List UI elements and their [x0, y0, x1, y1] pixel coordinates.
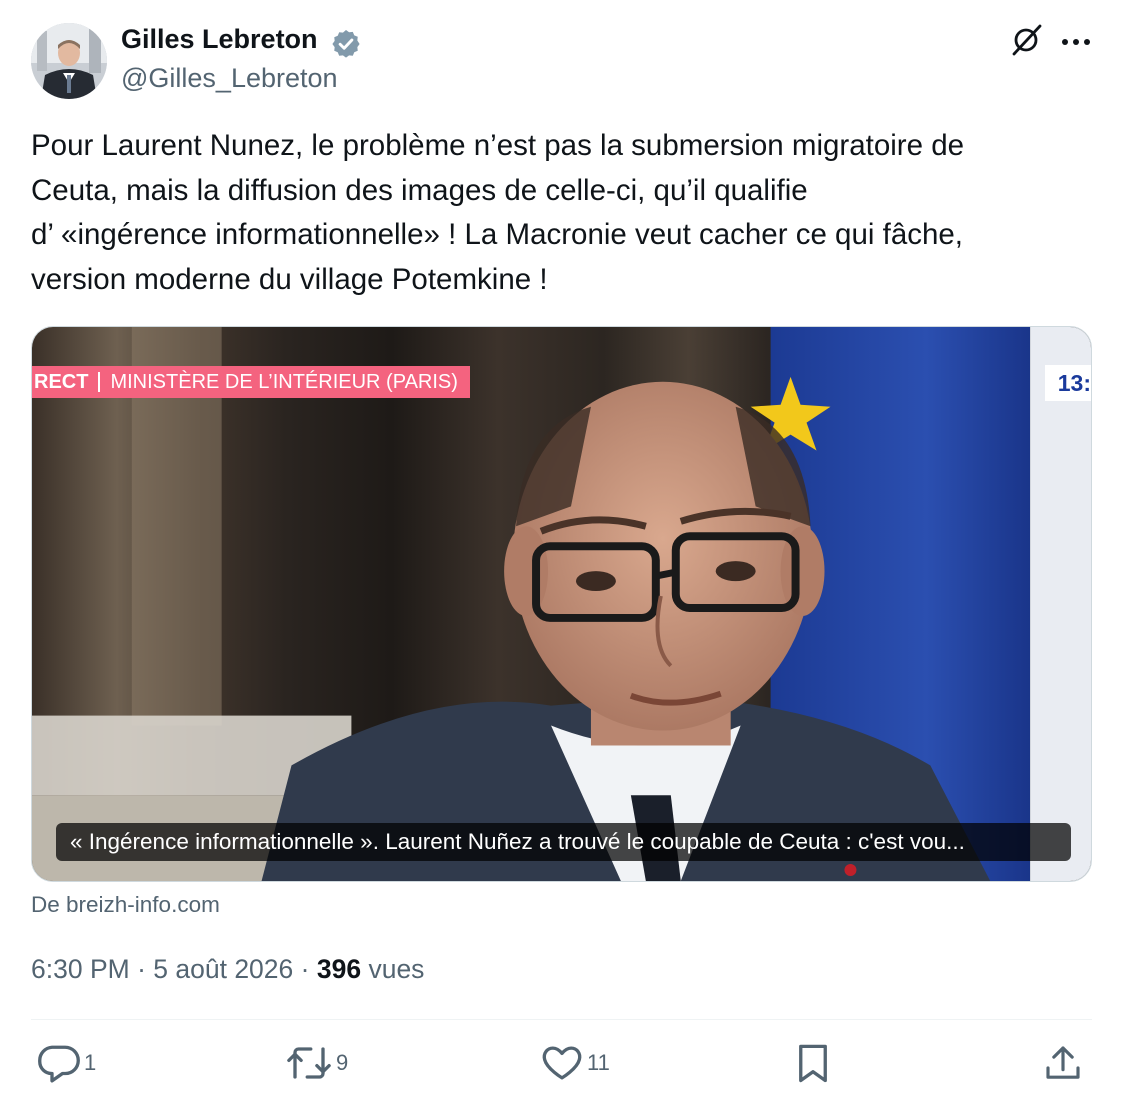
- heart-icon: [541, 1042, 583, 1084]
- live-banner-separator: [98, 372, 101, 392]
- retweet-icon: [286, 1042, 332, 1084]
- tweet-text-line: version moderne du village Potemkine !: [31, 262, 548, 296]
- tweet-text-line: Ceuta, mais la diffusion des images de c…: [31, 173, 808, 207]
- more-button[interactable]: [1056, 22, 1096, 62]
- bookmark-icon: [795, 1042, 831, 1084]
- views-label: vues: [368, 954, 425, 984]
- author-handle[interactable]: @Gilles_Lebreton: [121, 63, 338, 94]
- tweet-date[interactable]: 5 août 2026: [153, 954, 293, 984]
- reply-count: 1: [84, 1050, 97, 1075]
- verified-badge-icon: [330, 28, 362, 60]
- share-icon: [1043, 1042, 1083, 1084]
- card-source[interactable]: De breizh-info.com: [31, 892, 220, 918]
- tweet: Gilles Lebreton @Gilles_Lebreton Pour La…: [0, 0, 1123, 1110]
- tweet-text-line: d’ «ingérence informationnelle» ! La Mac…: [31, 218, 963, 251]
- like-button[interactable]: 11: [541, 1040, 610, 1086]
- link-card[interactable]: RECT MINISTÈRE DE L’INTÉRIEUR (PARIS) 13…: [31, 326, 1092, 882]
- grok-icon: [1009, 23, 1043, 62]
- author-name[interactable]: Gilles Lebreton: [121, 24, 318, 55]
- share-button[interactable]: [1043, 1040, 1083, 1086]
- retweet-button[interactable]: 9: [286, 1040, 348, 1086]
- tweet-text: Pour Laurent Nunez, le problème n’est pa…: [31, 124, 1091, 302]
- retweet-count: 9: [336, 1050, 349, 1075]
- reply-button[interactable]: 1: [38, 1040, 96, 1086]
- meta-separator: ·: [300, 954, 310, 984]
- card-image: [32, 327, 1091, 881]
- more-icon: [1061, 33, 1091, 51]
- live-banner-location: MINISTÈRE DE L’INTÉRIEUR (PARIS): [110, 371, 458, 393]
- bookmark-button[interactable]: [795, 1040, 831, 1086]
- like-count: 11: [587, 1050, 610, 1075]
- live-banner: RECT MINISTÈRE DE L’INTÉRIEUR (PARIS): [32, 366, 470, 398]
- live-banner-label: RECT: [34, 371, 89, 393]
- channel-clock: 13:: [1045, 365, 1091, 401]
- divider: [31, 1019, 1092, 1020]
- meta-separator: ·: [137, 954, 146, 984]
- grok-button[interactable]: [1006, 22, 1046, 62]
- avatar[interactable]: [31, 23, 107, 99]
- tweet-text-line: Pour Laurent Nunez, le problème n’est pa…: [31, 129, 965, 162]
- views-count[interactable]: 396: [317, 954, 361, 984]
- tweet-time[interactable]: 6:30 PM: [31, 954, 130, 984]
- tweet-meta: 6:30 PM · 5 août 2026 · 396 vues: [31, 954, 424, 985]
- reply-icon: [38, 1042, 80, 1084]
- card-title[interactable]: « Ingérence informationnelle ». Laurent …: [56, 823, 1071, 861]
